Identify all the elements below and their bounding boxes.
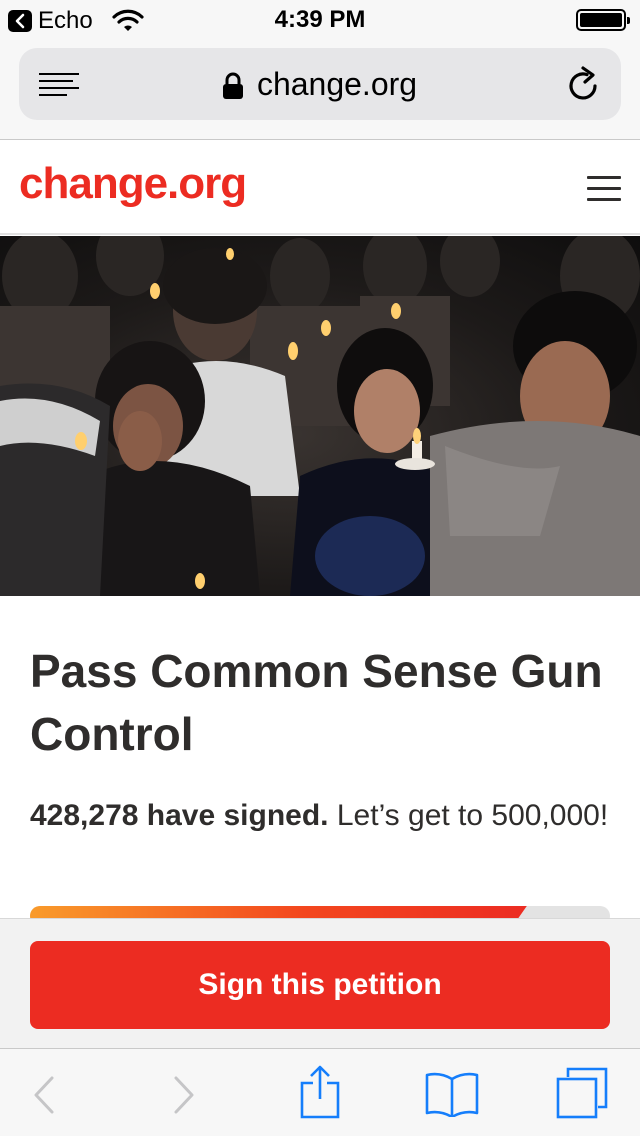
back-icon[interactable] (32, 1075, 56, 1115)
candlelight-vigil-photo (0, 236, 640, 596)
petition-title: Pass Common Sense Gun Control (30, 645, 603, 760)
goal-text: Let’s get to 500,000! (336, 799, 609, 832)
tabs-icon[interactable] (556, 1067, 608, 1119)
signature-status: 428,278 have signed. Let’s get to 500,00… (30, 792, 610, 839)
site-logo[interactable]: change.org (19, 159, 247, 209)
forward-icon[interactable] (172, 1075, 196, 1115)
bookmarks-icon[interactable] (425, 1071, 479, 1117)
site-header: change.org (0, 141, 640, 235)
browser-toolbar (0, 1048, 640, 1136)
battery-icon (576, 9, 630, 31)
status-bar: Echo 4:39 PM (0, 0, 640, 40)
reload-icon[interactable] (566, 66, 602, 106)
sign-bar: Sign this petition (0, 918, 640, 1048)
status-time: 4:39 PM (274, 6, 366, 33)
lock-icon (222, 72, 243, 99)
url-text: change.org (256, 66, 418, 102)
signed-count: 428,278 have signed. (30, 799, 329, 832)
sign-petition-button[interactable]: Sign this petition (30, 941, 610, 1029)
hero-image (0, 236, 640, 596)
hamburger-menu-icon[interactable] (587, 176, 621, 202)
share-icon[interactable] (300, 1065, 340, 1119)
url-field[interactable]: change.org (19, 48, 621, 120)
browser-address-bar: change.org (0, 40, 640, 140)
